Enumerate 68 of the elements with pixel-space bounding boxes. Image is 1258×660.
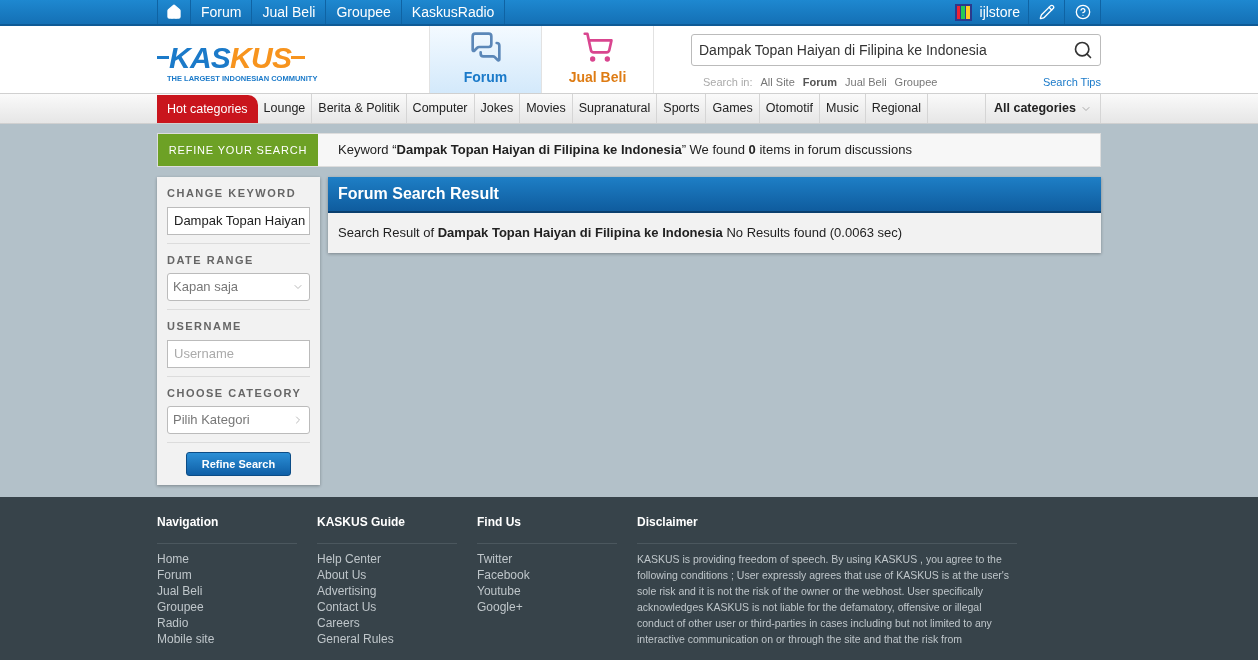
results-title: Forum Search Result <box>338 184 499 204</box>
footer-heading: KASKUS Guide <box>317 513 457 544</box>
category-link[interactable]: Music <box>820 94 866 123</box>
footer-link[interactable]: Jual Beli <box>157 583 297 599</box>
category-link[interactable]: Sports <box>657 94 707 123</box>
refine-search-button[interactable]: Refine Search <box>185 452 292 476</box>
footer-link[interactable]: Facebook <box>477 567 617 583</box>
search-icon[interactable] <box>1073 40 1093 60</box>
search-scope-link[interactable]: All Site <box>760 74 795 91</box>
footer-link[interactable]: Groupee <box>157 599 297 615</box>
category-link[interactable]: Lounge <box>257 94 313 123</box>
home-icon <box>166 4 182 20</box>
hot-categories-tab[interactable]: Hot categories <box>157 95 258 123</box>
all-categories-menu[interactable]: All categories <box>986 94 1101 123</box>
date-range-dropdown[interactable]: Kapan saja <box>167 273 310 301</box>
username-link[interactable]: ijlstore <box>979 1 1020 23</box>
category-link[interactable]: Jokes <box>474 94 521 123</box>
footer-link[interactable]: Contact Us <box>317 599 457 615</box>
field-label: DATE RANGE <box>167 252 255 268</box>
search-in-label: Search in: <box>703 75 753 90</box>
cart-icon <box>581 31 614 63</box>
nav-link[interactable]: Groupee <box>326 0 402 24</box>
pencil-icon <box>1038 4 1055 20</box>
keyword-input[interactable]: Dampak Topan Haiyan <box>167 206 310 235</box>
category-link[interactable]: Regional <box>865 94 928 123</box>
home-button[interactable] <box>157 0 191 24</box>
username-input[interactable]: Username <box>167 339 310 368</box>
refine-label: REFINE YOUR SEARCH <box>158 134 318 166</box>
search-tips-link[interactable]: Search Tips <box>1042 74 1101 91</box>
category-link[interactable]: Otomotif <box>759 94 820 123</box>
category-link[interactable]: Games <box>706 94 760 123</box>
search-scope-link[interactable]: Jual Beli <box>845 74 887 91</box>
search-scope-link[interactable]: Forum <box>802 74 837 91</box>
footer-link[interactable]: Home <box>157 551 297 567</box>
avatar-icon <box>954 3 972 21</box>
field-label: USERNAME <box>167 319 243 334</box>
disclaimer-text: KASKUS is providing freedom of speech. By using KASKUS , you agree to the following conditions ; User expressly agrees that use of KASKUS is at the user's sole risk and it is not the risk of the owner or the webhost. User specifically acknowledges KASKUS is not liable for the defamatory, offensive or illegal conduct of other user or third-parties in cases including but not limited to any interactive communication on or through the site and that the risk from <box>637 552 1011 647</box>
field-label: CHANGE KEYWORD <box>167 186 298 201</box>
category-link[interactable]: Berita & Politik <box>312 94 407 123</box>
category-link[interactable]: Computer <box>406 94 475 123</box>
keyword-message: Keyword “Dampak Topan Haiyan di Filipina ke Indonesia” We found 0 items in forum discussions <box>338 141 912 160</box>
nav-link[interactable]: Forum <box>191 0 253 24</box>
footer-heading: Navigation <box>157 513 297 544</box>
category-link[interactable]: Movies <box>520 94 573 123</box>
field-label: CHOOSE CATEGORY <box>167 385 303 401</box>
category-link[interactable]: Supranatural <box>572 94 658 123</box>
footer-link[interactable]: Radio <box>157 615 297 631</box>
nav-link[interactable]: Jual Beli <box>252 0 327 24</box>
chat-bubbles-icon <box>469 31 502 63</box>
footer-link[interactable]: Forum <box>157 567 297 583</box>
footer-link[interactable]: About Us <box>317 567 457 583</box>
footer-link[interactable]: Twitter <box>477 551 617 567</box>
footer-link[interactable]: Advertising <box>317 583 457 599</box>
category-dropdown[interactable]: Pilih Kategori <box>167 406 310 434</box>
help-icon <box>1074 4 1091 20</box>
search-field[interactable]: Dampak Topan Haiyan di Filipina ke Indonesia <box>691 34 1101 66</box>
footer-link[interactable]: Youtube <box>477 583 617 599</box>
section-tab[interactable]: Forum <box>429 26 541 93</box>
results-message: Search Result of Dampak Topan Haiyan di Filipina ke Indonesia No Results found (0.0063 sec) <box>338 224 903 243</box>
footer-link[interactable]: Mobile site <box>157 631 297 647</box>
footer-link[interactable]: Careers <box>317 615 457 631</box>
footer-link[interactable]: Google+ <box>477 599 617 615</box>
footer-heading: Find Us <box>477 513 617 544</box>
nav-link[interactable]: KaskusRadio <box>401 0 506 24</box>
footer-heading: Disclaimer <box>637 513 1017 544</box>
footer-link[interactable]: General Rules <box>317 631 457 647</box>
search-scope-link[interactable]: Groupee <box>894 74 938 91</box>
footer-link[interactable]: Help Center <box>317 551 457 567</box>
